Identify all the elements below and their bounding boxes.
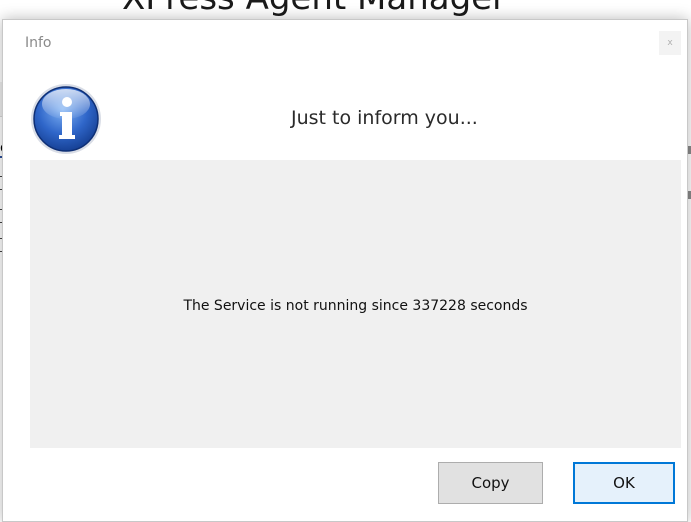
dialog-title: Info — [25, 35, 52, 51]
background-window-title: XPress Agent Manager — [122, 0, 506, 18]
close-button[interactable]: x — [659, 31, 681, 55]
message-text: The Service is not running since 337228 … — [183, 298, 528, 314]
ok-button[interactable]: OK — [573, 462, 675, 504]
dialog-heading: Just to inform you... — [291, 107, 478, 129]
info-icon — [31, 84, 101, 154]
info-dialog: Info x Just to inform you... The Service… — [2, 19, 688, 522]
message-panel: The Service is not running since 337228 … — [30, 160, 681, 448]
copy-button[interactable]: Copy — [438, 462, 543, 504]
